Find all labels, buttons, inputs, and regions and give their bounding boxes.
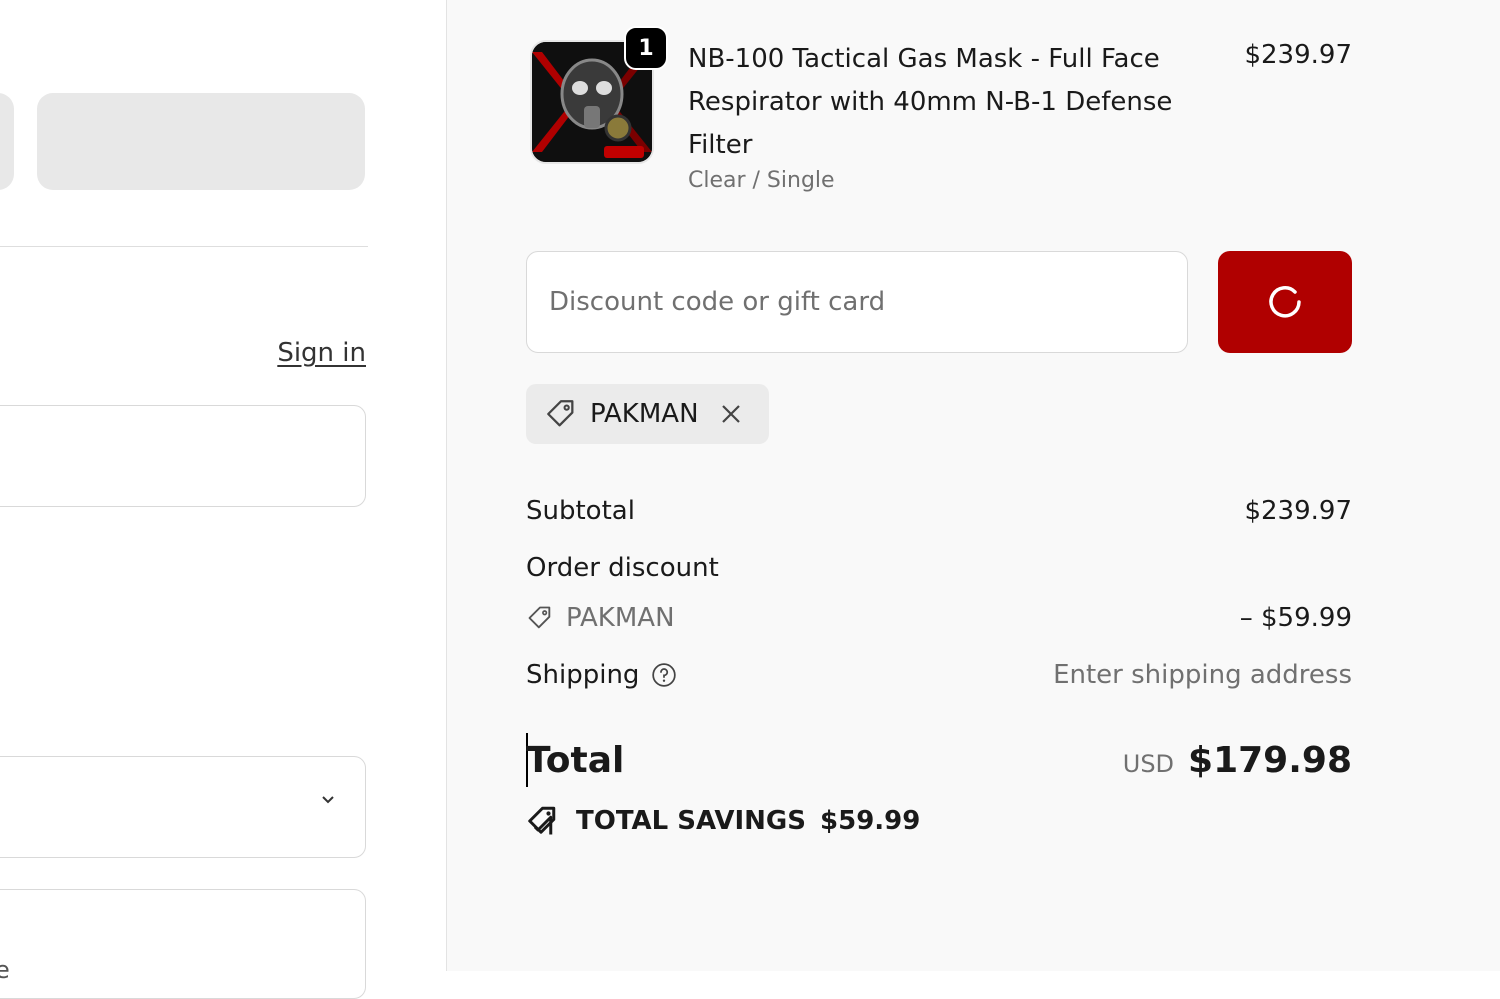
country-select[interactable] xyxy=(0,756,366,858)
currency-code: USD xyxy=(1122,750,1175,778)
chevron-down-icon xyxy=(322,796,334,804)
order-summary-panel: 1 NB-100 Tactical Gas Mask - Full Face R… xyxy=(447,0,1500,971)
discount-code-row: PAKMAN xyxy=(526,603,675,633)
help-icon[interactable] xyxy=(651,662,677,688)
name-field-placeholder: e xyxy=(0,956,10,984)
name-field[interactable]: e xyxy=(0,889,366,999)
savings-value: $59.99 xyxy=(820,806,921,836)
product-thumbnail: 1 xyxy=(530,26,668,164)
sign-in-link[interactable]: Sign in xyxy=(277,338,366,368)
total-label: Total xyxy=(526,740,625,781)
discount-value: – $59.99 xyxy=(1239,603,1352,633)
total-amount: $179.98 xyxy=(1188,740,1352,781)
tag-icon xyxy=(547,400,574,427)
applied-discount-code: PAKMAN xyxy=(590,399,699,429)
product-variant: Clear / Single xyxy=(688,168,835,193)
savings-tag-icon xyxy=(528,806,556,835)
total-savings-row: TOTAL SAVINGS $59.99 xyxy=(526,803,920,839)
quantity-badge: 1 xyxy=(624,26,668,70)
discount-code-label: PAKMAN xyxy=(566,603,675,633)
product-title: NB-100 Tactical Gas Mask - Full Face Res… xyxy=(688,44,1173,160)
section-divider xyxy=(0,246,368,247)
express-pay-placeholder-left xyxy=(0,93,14,190)
shipping-value: Enter shipping address xyxy=(1053,660,1352,690)
applied-discount-chip: PAKMAN xyxy=(526,384,769,444)
shipping-label: Shipping xyxy=(526,660,640,690)
subtotal-value: $239.97 xyxy=(1244,496,1352,526)
remove-discount-icon[interactable] xyxy=(719,402,743,426)
apply-discount-button[interactable] xyxy=(1218,251,1352,353)
contact-email-field[interactable] xyxy=(0,405,366,507)
total-value: USD $179.98 xyxy=(1123,740,1352,781)
express-pay-placeholder xyxy=(37,93,365,190)
discount-code-input[interactable] xyxy=(526,251,1188,353)
order-discount-label: Order discount xyxy=(526,553,719,583)
checkout-form-panel: Sign in e xyxy=(0,0,446,999)
product-price: $239.97 xyxy=(1244,40,1352,70)
loading-spinner-icon xyxy=(1269,286,1301,318)
savings-label: TOTAL SAVINGS xyxy=(576,806,807,836)
tag-icon xyxy=(528,606,551,629)
subtotal-label: Subtotal xyxy=(526,496,635,526)
shipping-row: Shipping xyxy=(526,660,677,690)
